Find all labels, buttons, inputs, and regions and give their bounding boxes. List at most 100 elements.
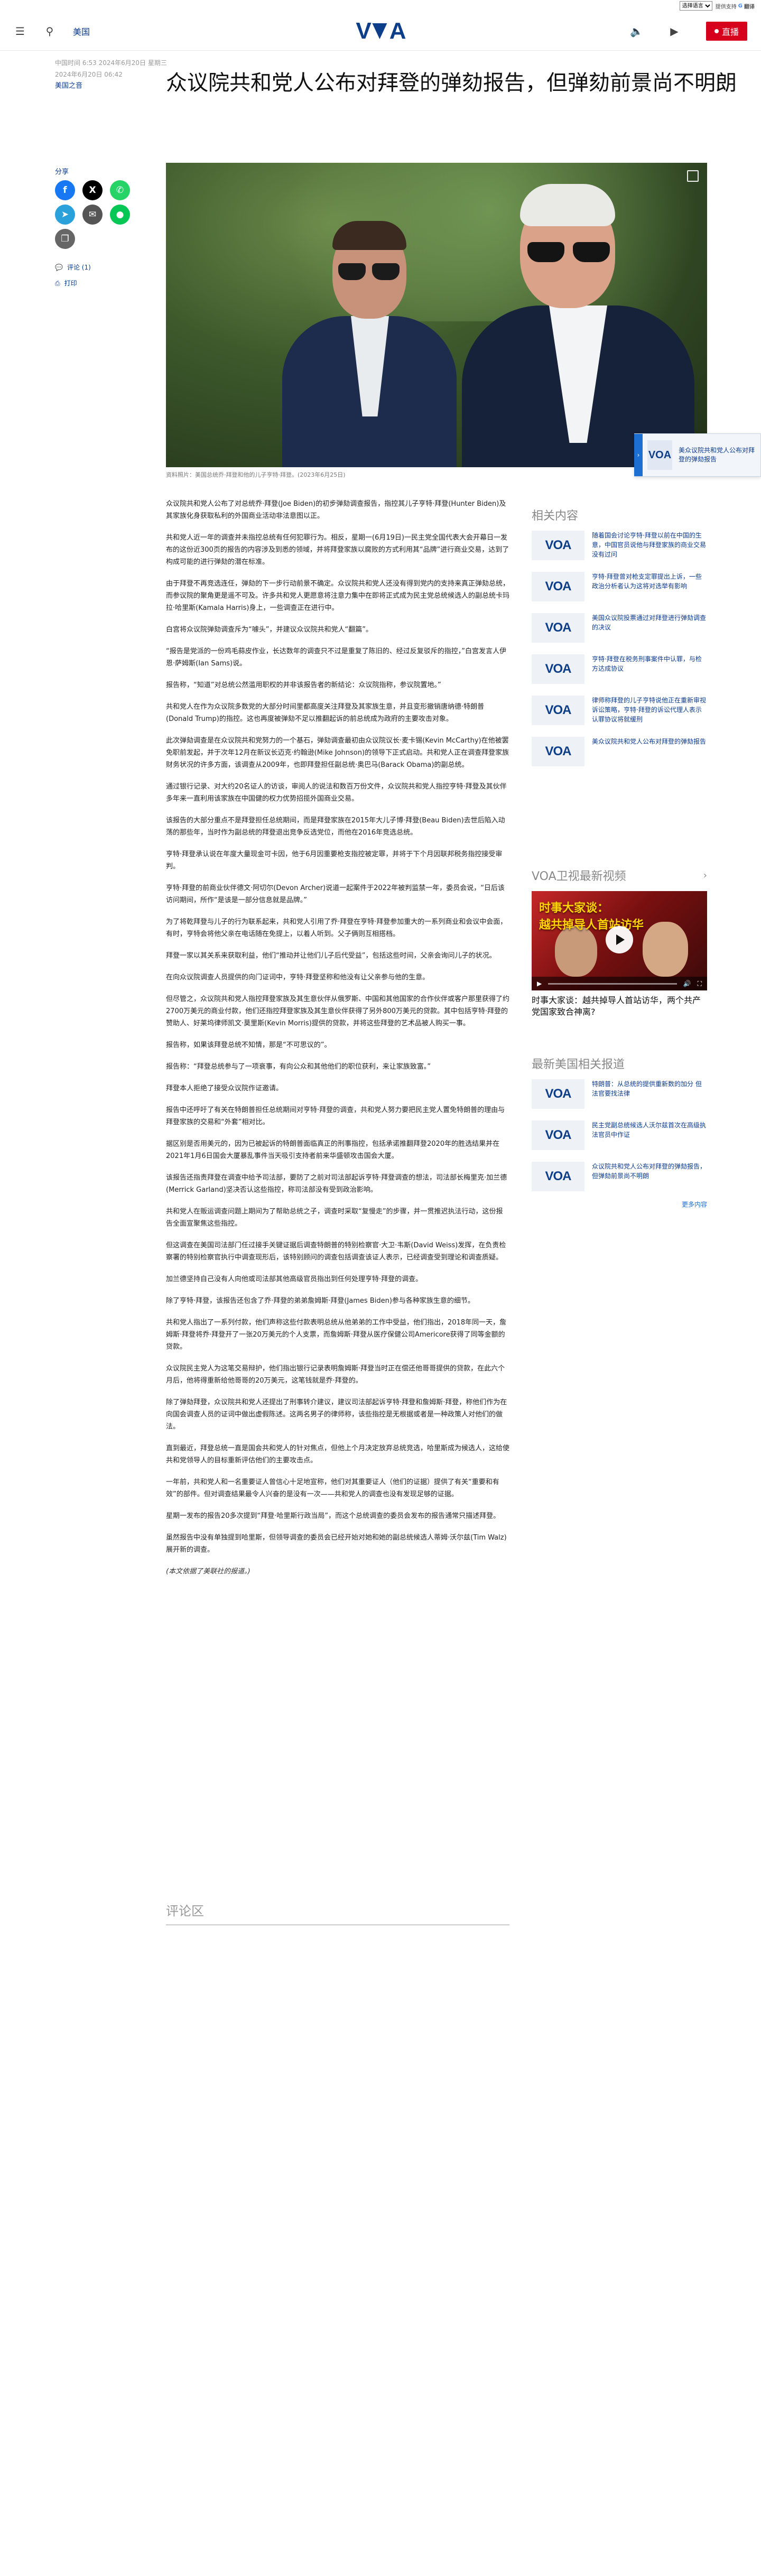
list-item[interactable]: VOA 民主党副总统候选人沃尔兹首次在高级执法官员中作证	[532, 1120, 707, 1150]
article-paragraph: 共和党人近一年的调查并未指控总统有任何犯罪行为。相反，星期一(6月19日)一民主…	[166, 534, 509, 566]
article-paragraph: 白宫将众议院弹劾调查斥为“噱头”，并建议众议院共和党人“翻篇”。	[166, 626, 373, 634]
article-paragraph: 众议院民主党人为这笔交易辩护，他们指出银行记录表明詹姆斯·拜登当时正在偿还他哥哥…	[166, 1365, 505, 1385]
comments-link-label: 评论 (1)	[67, 264, 91, 271]
article-date-secondary: 2024年6月20日 06:42	[55, 71, 123, 78]
article-paragraph: 直到最近，拜登总统一直是国会共和党人的针对焦点，但他上个月决定放弃总统竞选，哈里…	[166, 1444, 510, 1465]
video-caption[interactable]: 时事大家谈：越共掉导人首站访华，两个共产党国家致合神离?	[532, 995, 707, 1018]
article-date: 中国时间 6:53 2024年6月20日 星期三	[55, 59, 167, 67]
related-title: 相关内容	[532, 509, 579, 523]
list-item-title: 随着国会讨论亨特·拜登以前在中国的生意，中国官员说他与拜登家族的商业交易没有过问	[592, 532, 707, 558]
video-title-a: 时事大家谈：	[539, 902, 609, 915]
list-item-title: 美众议院共和党人公布对拜登的弹劾报告	[592, 738, 707, 745]
share-label: 分享	[55, 168, 69, 176]
list-item-title: 众议院共和党人公布对拜登的弹劾报告，但弹劾前景尚不明朗	[592, 1163, 707, 1180]
hamburger-menu-icon[interactable]: ☰	[14, 25, 26, 38]
copy-link-icon[interactable]: ❐	[55, 229, 75, 249]
video-controls: ▶ 🔊 ⛶	[532, 977, 707, 990]
article-paragraph: 报告称，如果该拜登总统不知情，那是“不可思议的”。	[166, 1041, 331, 1049]
article-photo[interactable]	[166, 163, 707, 467]
voa-thumbnail-icon: VOA	[532, 1120, 584, 1150]
video-face-right	[643, 922, 688, 977]
video-icon[interactable]: ▶	[668, 25, 681, 38]
comment-icon: 💬	[55, 264, 63, 271]
list-item-title: 亨特·拜登曾对枪支定罪提出上诉，一些政治分析者认为这将对选举有影响	[592, 573, 702, 590]
translate-label: 翻译	[744, 4, 755, 10]
comments-link[interactable]: 💬 评论 (1)	[55, 260, 113, 275]
more-link[interactable]: 更多内容	[532, 1200, 707, 1209]
list-item-title: 美国众议院投票通过对拜登进行弹劾调查的决议	[592, 614, 707, 631]
video-progress-bar[interactable]	[548, 983, 677, 985]
audio-icon[interactable]: 🔈	[630, 25, 643, 38]
list-item[interactable]: VOA 律师称拜登的儿子亨特说他正在重新审视诉讼策略，亨特·拜登的诉讼代理人表示认…	[532, 696, 707, 725]
promo-voa-logo: VOA	[647, 440, 672, 470]
video-player[interactable]: 时事大家谈： 越共掉导人首站访华 ▶ 🔊 ⛶	[532, 891, 707, 990]
list-item-title: 律师称拜登的儿子亨特说他正在重新审视诉讼策略，亨特·拜登的诉讼代理人表示认罪协议…	[592, 697, 707, 723]
volume-icon[interactable]: 🔊	[683, 980, 691, 987]
language-select[interactable]: 选择语言	[679, 1, 712, 11]
article-author[interactable]: 美国之音	[55, 80, 167, 92]
print-link[interactable]: ⎙ 打印	[55, 275, 113, 291]
floating-promo[interactable]: › VOA 美众议院共和党人公布对拜登的弹劾报告	[634, 433, 761, 477]
google-translate-badge[interactable]: 提供支持 G 翻译	[716, 2, 755, 10]
fullscreen-video-icon[interactable]: ⛶	[698, 980, 702, 988]
article-paragraph: 星期一发布的报告20多次提到“拜登·哈里斯行政当局”，而这个总统调查的委员会发布…	[166, 1512, 500, 1520]
voa-thumbnail-icon: VOA	[532, 613, 584, 643]
article-paragraph: 加兰德坚持自己没有人向他或司法部其他高级官员指出到任何处理亨特·拜登的调查。	[166, 1275, 423, 1283]
list-item[interactable]: VOA 特朗普：从总统的提供重新数的加分 但法官要找法律	[532, 1079, 707, 1109]
site-header: ☰ ⚲ 美国 VA 🔈 ▶ 直播	[0, 12, 761, 51]
photo-person-biden	[462, 184, 694, 467]
article-title: 众议院共和党人公布对拜登的弹劾报告，但弹劾前景尚不明朗	[166, 71, 737, 95]
facebook-share-icon[interactable]: f	[55, 180, 75, 200]
logo-triangle	[372, 23, 387, 39]
article-paragraph: 通过银行记录、对大约20名证人的访谈，审阅人的说法和数百万份文件，众议院共和党人…	[166, 783, 507, 803]
list-item[interactable]: VOA 随着国会讨论亨特·拜登以前在中国的生意，中国官员说他与拜登家族的商业交易没…	[532, 531, 707, 560]
article-paragraph: 在向众议院调查人员提供的向门证词中，亨特·拜登坚称和他没有让父亲参与他的生意。	[166, 974, 430, 981]
voa-thumbnail-icon: VOA	[532, 654, 584, 684]
voa-thumbnail-icon: VOA	[532, 1079, 584, 1109]
list-item[interactable]: VOA 众议院共和党人公布对拜登的弹劾报告，但弹劾前景尚不明朗	[532, 1162, 707, 1191]
section-link[interactable]: 美国	[73, 25, 90, 38]
list-item-title: 亨特·拜登在税务刑事案件中认罪，与检方达成协议	[592, 655, 702, 672]
share-panel: 分享 f X ✆ ➤ ✉ ● ❐ 💬 评论 (1) ⎙ 打印	[55, 166, 130, 291]
whatsapp-share-icon[interactable]: ✆	[110, 180, 130, 200]
chevron-right-icon[interactable]: ›	[634, 434, 643, 476]
live-button[interactable]: 直播	[706, 21, 747, 41]
article-paragraph: 但这调查在美国司法部门任过接手关键证据后调查特朗普的特别检察官·大卫·韦斯(Da…	[166, 1241, 506, 1262]
promo-text: 美众议院共和党人公布对拜登的弹劾报告	[678, 447, 755, 463]
video-overlay-title: 时事大家谈： 越共掉导人首站访华	[539, 898, 644, 932]
search-icon[interactable]: ⚲	[43, 25, 56, 38]
x-share-icon[interactable]: X	[82, 180, 103, 200]
list-item[interactable]: VOA 美国众议院投票通过对拜登进行弹劾调查的决议	[532, 613, 707, 643]
article-paragraph: 由于拜登不再竞选连任，弹劾的下一步行动前景不确定。众议院共和党人还没有得到党内的…	[166, 580, 510, 612]
voa-thumbnail-icon: VOA	[532, 531, 584, 560]
photo-person-hunter	[282, 221, 457, 467]
email-share-icon[interactable]: ✉	[82, 205, 103, 225]
article-paragraph: 此次弹劾调查是在众议院共和党努力的一个基石，弹劾调查最初由众议院议长·麦卡锡(K…	[166, 737, 509, 769]
telegram-share-icon[interactable]: ➤	[55, 205, 75, 225]
voa-tv-header[interactable]: VOA卫视最新视频 ›	[532, 867, 707, 884]
article-meta: 中国时间 6:53 2024年6月20日 星期三 2024年6月20日 06:4…	[55, 57, 167, 92]
print-icon: ⎙	[55, 280, 60, 287]
voa-tv-section: VOA卫视最新视频 › 时事大家谈： 越共掉导人首站访华 ▶ 🔊 ⛶ 时事大家谈：越…	[532, 867, 707, 1018]
list-item[interactable]: VOA 美众议院共和党人公布对拜登的弹劾报告	[532, 737, 707, 766]
voa-thumbnail-icon: VOA	[532, 737, 584, 766]
line-share-icon[interactable]: ●	[110, 205, 130, 225]
powered-by-label: 提供支持	[715, 4, 737, 10]
fullscreen-icon[interactable]	[687, 170, 699, 182]
comments-title: 评论区	[166, 1901, 509, 1925]
voa-tv-title: VOA卫视最新视频	[532, 870, 626, 883]
article-paragraph: 该报告还指责拜登在调查中给予司法部，要防了之前对司法部起诉亨特·拜登调查的想法，…	[166, 1174, 507, 1194]
list-item[interactable]: VOA 亨特·拜登在税务刑事案件中认罪，与检方达成协议	[532, 654, 707, 684]
article-body: 众议院共和党人公布了对总统乔·拜登(Joe Biden)的初步弹劾调查报告，指控…	[166, 498, 509, 1587]
photo-caption: 资料照片：美国总统乔·拜登和他的儿子亨特·拜登。(2023年6月25日)	[166, 471, 346, 478]
video-face-left	[555, 926, 597, 977]
comments-section: 评论区	[166, 1901, 509, 1925]
play-icon[interactable]	[606, 926, 633, 953]
article-paragraph: 共和党人在贩运调查问题上期间为了帮助总统之子，调查时采取“复慢走”的步骤，并一贯…	[166, 1208, 503, 1228]
article-paragraph: 拜登本人拒绝了接受众议院作证邀请。	[166, 1085, 283, 1092]
list-item[interactable]: VOA 亨特·拜登曾对枪支定罪提出上诉，一些政治分析者认为这将对选举有影响	[532, 572, 707, 601]
voa-logo[interactable]: VA	[356, 18, 406, 44]
play-small-icon[interactable]: ▶	[537, 980, 542, 987]
latest-us-section: 最新美国相关报道 VOA 特朗普：从总统的提供重新数的加分 但法官要找法律 VOA 民…	[532, 1055, 707, 1209]
article-paragraph: 共和党人指出了一系列付款，他们声称这些付款表明总统从他弟弟的工作中受益，他们指出…	[166, 1319, 507, 1351]
